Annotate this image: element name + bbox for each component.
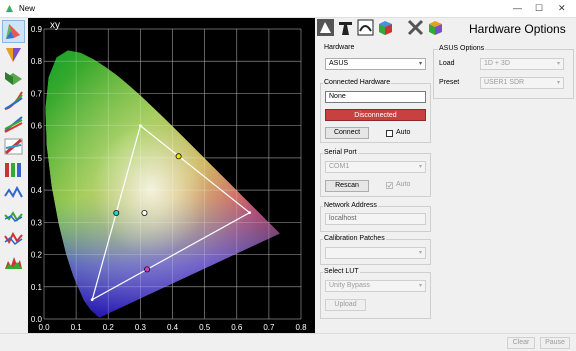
- y-tick-label: 0.8: [31, 57, 43, 66]
- y-tick-label: 0.2: [31, 251, 43, 260]
- dual-wave-icon[interactable]: [3, 228, 24, 249]
- status-bar: Clear Pause: [0, 333, 576, 351]
- y-tick-label: 0.0: [31, 315, 43, 324]
- volume-icon[interactable]: [3, 67, 24, 88]
- gamut-vertex: [90, 298, 94, 302]
- minimize-button[interactable]: —: [513, 3, 522, 13]
- device-name-field[interactable]: None: [325, 91, 426, 103]
- window-title: New: [19, 4, 36, 13]
- load-select-value: 1D + 3D: [484, 60, 510, 67]
- x-tick-label: 0.0: [38, 323, 50, 332]
- hardware-select-value: ASUS: [329, 60, 349, 67]
- y-tick-label: 0.7: [31, 89, 43, 98]
- chevron-down-icon: ▾: [556, 61, 560, 67]
- auto-connect-checkbox[interactable]: [386, 130, 393, 137]
- tab-x[interactable]: [407, 19, 424, 36]
- cie-chart-icon[interactable]: [2, 20, 25, 43]
- serial-auto-label: Auto: [396, 181, 411, 188]
- preset-select[interactable]: USER1 SDR ▾: [480, 77, 564, 89]
- preset-label: Preset: [439, 79, 460, 86]
- gamut-vertex: [138, 124, 142, 128]
- lut-select[interactable]: Unity Bypass ▾: [325, 280, 426, 292]
- rescan-button[interactable]: Rescan: [325, 180, 369, 192]
- left-toolbar: [0, 18, 28, 333]
- x-tick-label: 0.4: [167, 323, 179, 332]
- tab-3d[interactable]: [377, 19, 394, 36]
- rgb-balance-icon[interactable]: [3, 113, 24, 134]
- gradient-icon[interactable]: [3, 136, 24, 157]
- serial-auto-checkbox[interactable]: [386, 182, 393, 189]
- x-tick-label: 0.1: [71, 323, 83, 332]
- x-tick-label: 0.6: [231, 323, 243, 332]
- plot-label: xy: [50, 20, 60, 31]
- white-point-marker: [141, 209, 148, 216]
- load-label: Load: [439, 60, 455, 67]
- magenta-marker: [144, 266, 151, 273]
- tab-cie[interactable]: [317, 19, 334, 36]
- hardware-options-panel: Hardware Options Hardware ASUS ▾ Connecte…: [315, 18, 576, 333]
- serial-port-title: Serial Port: [323, 149, 358, 156]
- tab-cube[interactable]: [427, 19, 444, 36]
- load-select[interactable]: 1D + 3D ▾: [480, 58, 564, 70]
- hardware-group-title: Hardware: [323, 44, 356, 51]
- page-title: Hardware Options: [469, 22, 566, 36]
- network-address-field[interactable]: localhost: [325, 213, 426, 225]
- lut-select-value: Unity Bypass: [329, 282, 370, 289]
- yellow-marker: [175, 153, 182, 160]
- cie-diagram: 0.0 0.1 0.2 0.3 0.4 0.5 0.6 0.7 0.8 0.0 0.1 0.2 0.3 0…: [31, 20, 307, 332]
- hardware-select[interactable]: ASUS ▾: [325, 58, 426, 70]
- chevron-down-icon: ▾: [418, 250, 422, 256]
- asus-options-group: [433, 49, 574, 99]
- y-tick-label: 0.6: [31, 122, 43, 131]
- chevron-down-icon: ▾: [418, 61, 422, 67]
- gamut-vertex: [248, 211, 252, 215]
- serial-port-select[interactable]: COM1 ▾: [325, 161, 426, 173]
- auto-connect-label: Auto: [396, 129, 411, 136]
- gamma-icon[interactable]: [3, 159, 24, 180]
- curves-icon[interactable]: [3, 90, 24, 111]
- y-tick-label: 0.1: [31, 283, 43, 292]
- x-tick-label: 0.3: [135, 323, 147, 332]
- cyan-marker: [113, 209, 120, 216]
- waveform-icon[interactable]: [3, 205, 24, 226]
- y-tick-label: 0.4: [31, 186, 43, 195]
- close-button[interactable]: ✕: [558, 3, 566, 14]
- spectrum-icon[interactable]: [3, 182, 24, 203]
- preset-select-value: USER1 SDR: [484, 79, 525, 86]
- x-tick-label: 0.2: [103, 323, 115, 332]
- calibration-patches-select[interactable]: ▾: [325, 247, 426, 259]
- y-tick-label: 0.3: [31, 218, 43, 227]
- y-tick-label: 0.9: [31, 25, 43, 34]
- connection-status-bar: Disconnected: [325, 109, 426, 121]
- connected-hardware-title: Connected Hardware: [323, 79, 392, 86]
- x-tick-label: 0.7: [263, 323, 275, 332]
- gamut-3d-icon[interactable]: [3, 44, 24, 65]
- chevron-down-icon: ▾: [556, 80, 560, 86]
- app-logo-icon: [5, 4, 14, 13]
- cie-xy-plot[interactable]: 0.0 0.1 0.2 0.3 0.4 0.5 0.6 0.7 0.8 0.0 0.1 0.2 0.3 0…: [28, 18, 315, 333]
- x-tick-label: 0.5: [199, 323, 211, 332]
- title-bar: New — ☐ ✕: [0, 0, 576, 18]
- tab-tools[interactable]: [337, 19, 354, 36]
- calibration-patches-title: Calibration Patches: [323, 235, 386, 242]
- y-tick-label: 0.5: [31, 154, 43, 163]
- serial-port-value: COM1: [329, 163, 350, 170]
- chevron-down-icon: ▾: [418, 164, 422, 170]
- clear-button[interactable]: Clear: [507, 337, 535, 349]
- maximize-button[interactable]: ☐: [535, 3, 543, 14]
- chevron-down-icon: ▾: [418, 283, 422, 289]
- x-tick-label: 0.8: [295, 323, 307, 332]
- network-address-title: Network Address: [323, 202, 378, 209]
- select-lut-title: Select LUT: [323, 268, 360, 275]
- levels-icon[interactable]: [3, 251, 24, 272]
- connect-button[interactable]: Connect: [325, 127, 369, 139]
- upload-button[interactable]: Upload: [325, 299, 366, 311]
- tab-calibration[interactable]: [357, 19, 374, 36]
- pause-button[interactable]: Pause: [540, 337, 570, 349]
- asus-options-title: ASUS Options: [438, 45, 486, 52]
